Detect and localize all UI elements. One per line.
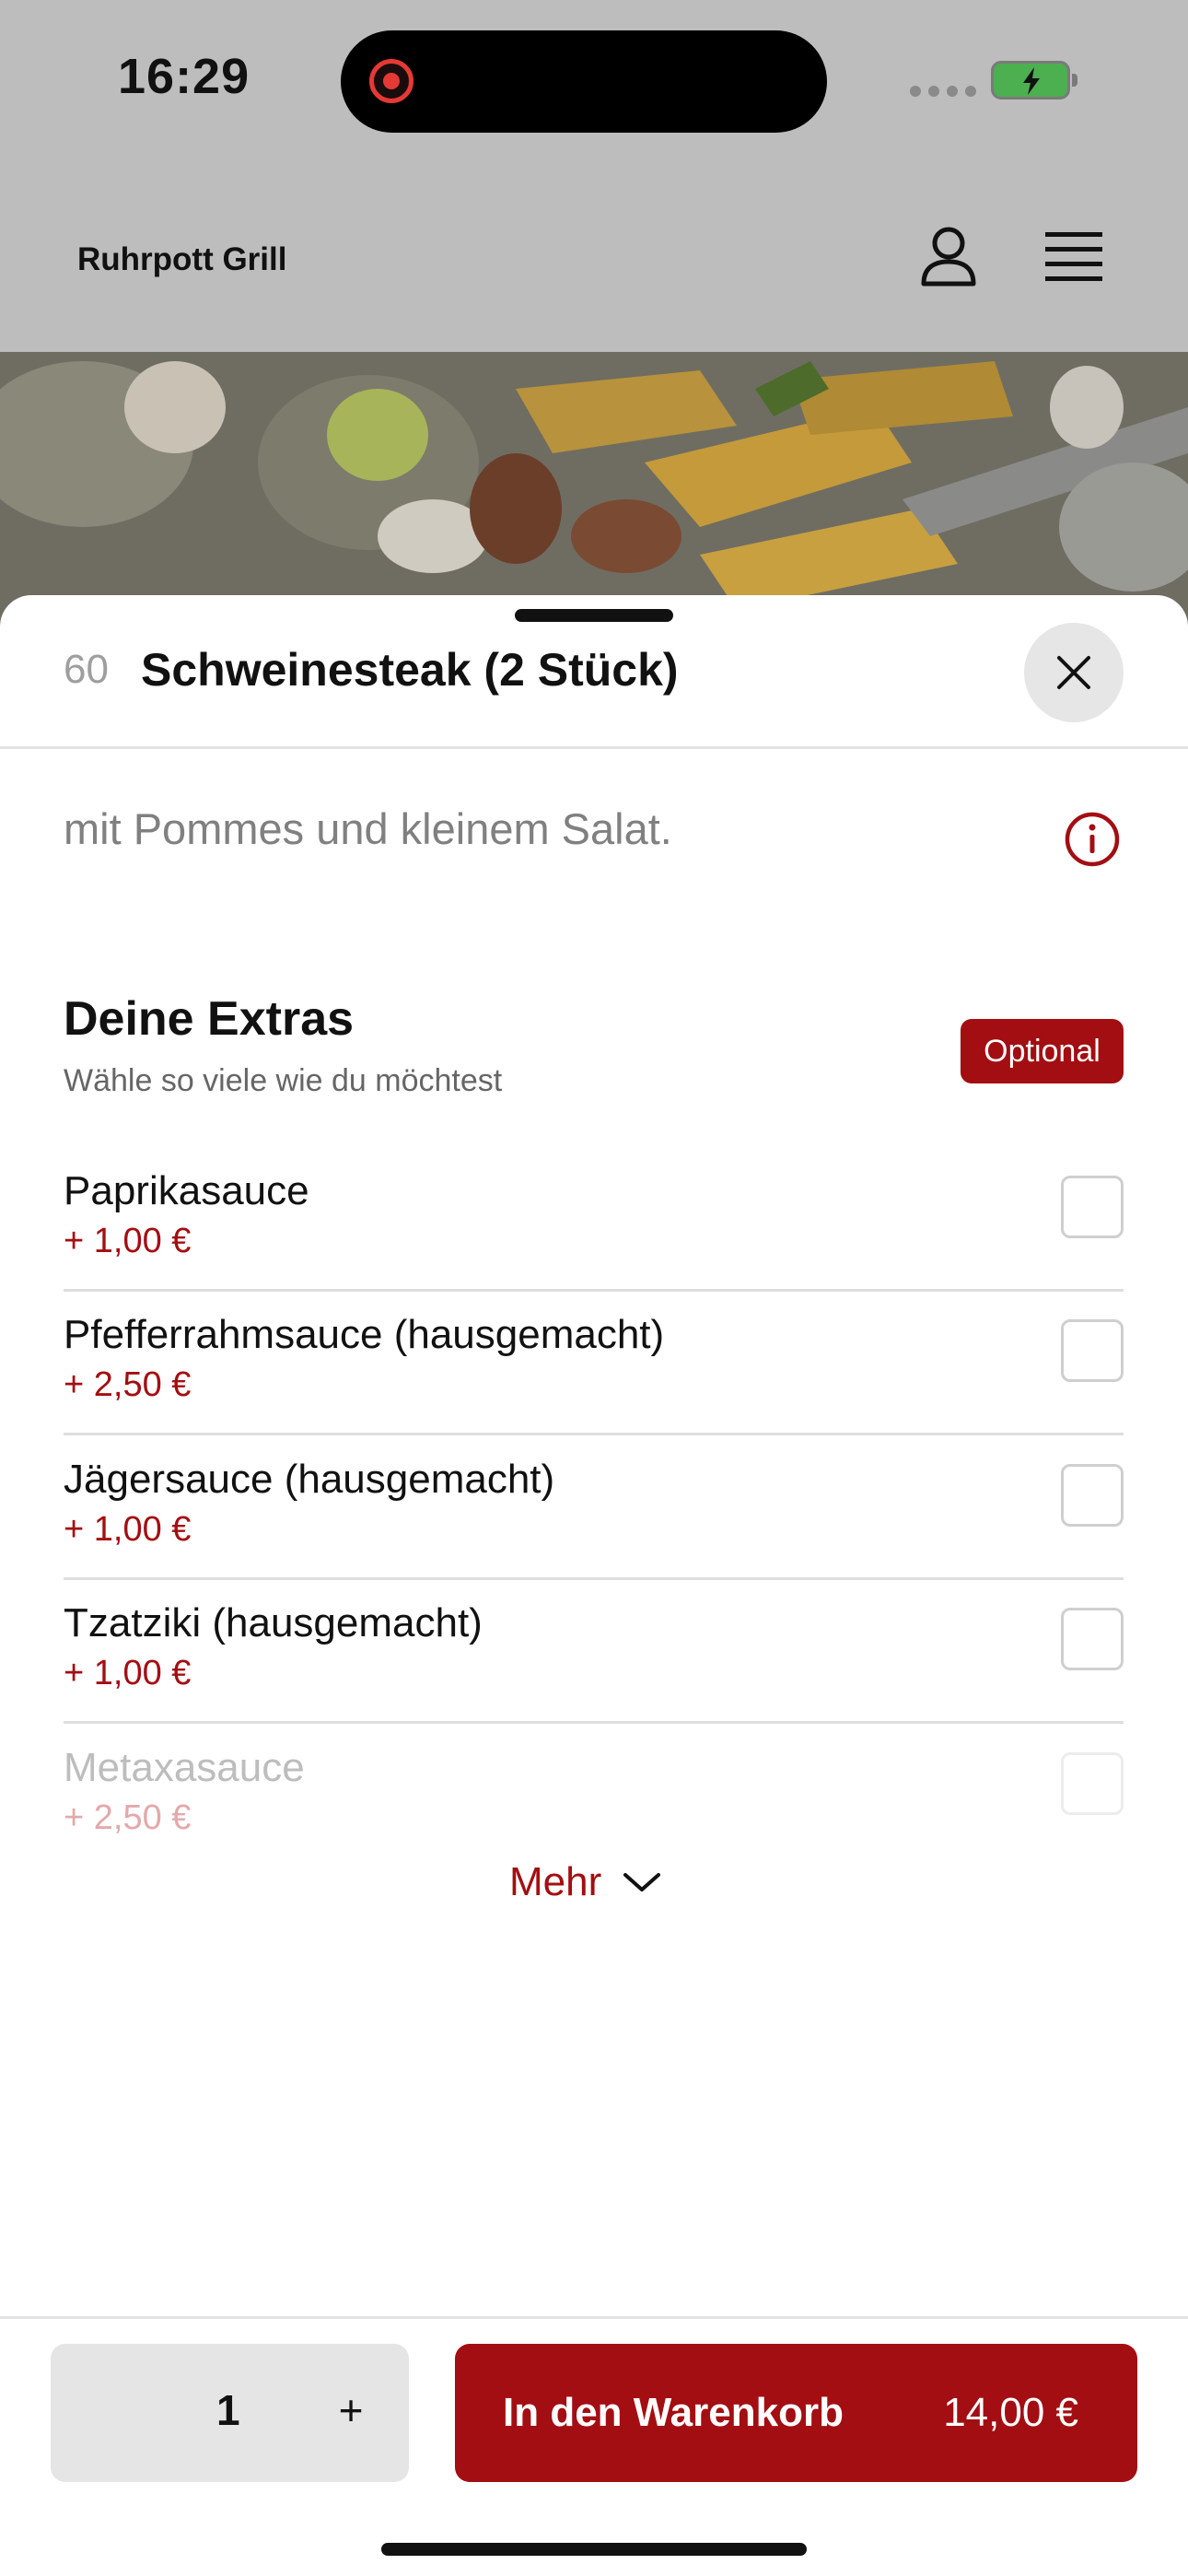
sheet-grabber[interactable] — [515, 609, 673, 622]
option-checkbox[interactable] — [1061, 1464, 1124, 1527]
option-row[interactable]: Jägersauce (hausgemacht) + 1,00 € — [64, 1457, 1124, 1600]
option-checkbox[interactable] — [1061, 1176, 1124, 1238]
add-to-cart-label: In den Warenkorb — [503, 2390, 844, 2435]
user-icon[interactable] — [920, 225, 977, 292]
option-row[interactable]: Paprikasauce + 1,00 € — [64, 1168, 1124, 1312]
option-name: Jägersauce (hausgemacht) — [64, 1457, 555, 1502]
item-number: 60 — [64, 647, 109, 692]
home-indicator — [381, 2543, 807, 2556]
item-title: Schweinesteak (2 Stück) — [141, 644, 679, 696]
option-row[interactable]: Pfefferrahmsauce (hausgemacht) + 2,50 € — [64, 1312, 1124, 1456]
more-label: Mehr — [509, 1859, 602, 1904]
info-icon[interactable] — [1064, 811, 1121, 872]
signal-icon — [910, 86, 976, 97]
close-icon — [1057, 656, 1090, 689]
option-checkbox[interactable] — [1061, 1319, 1124, 1382]
option-name: Metaxasauce — [64, 1745, 305, 1790]
add-to-cart-button[interactable]: In den Warenkorb 14,00 € — [455, 2344, 1137, 2482]
extras-subtitle: Wähle so viele wie du möchtest — [64, 1063, 503, 1098]
option-price: + 1,00 € — [64, 1654, 192, 1692]
product-sheet: 60 Schweinesteak (2 Stück) mit Pommes un… — [0, 595, 1188, 2576]
quantity-value: 1 — [216, 2386, 240, 2434]
background-header: 16:29 Ruhrpott Grill — [0, 0, 1188, 352]
option-price: + 2,50 € — [64, 1798, 192, 1837]
battery-icon — [991, 61, 1077, 100]
recording-icon — [369, 59, 413, 103]
option-name: Pfefferrahmsauce (hausgemacht) — [64, 1312, 665, 1357]
cart-total-price: 14,00 € — [943, 2390, 1078, 2435]
footer-divider — [0, 2316, 1188, 2319]
option-price: + 1,00 € — [64, 1222, 192, 1260]
header-divider — [0, 746, 1188, 749]
close-button[interactable] — [1024, 623, 1124, 722]
option-name: Tzatziki (hausgemacht) — [64, 1600, 483, 1645]
status-time: 16:29 — [118, 49, 250, 104]
extras-title: Deine Extras — [64, 992, 355, 1046]
optional-badge: Optional — [961, 1019, 1124, 1083]
option-price: + 2,50 € — [64, 1365, 192, 1404]
quantity-plus-button[interactable]: + — [325, 2385, 377, 2435]
quantity-stepper[interactable]: 1 + — [51, 2344, 409, 2482]
option-divider — [64, 1433, 1124, 1435]
option-price: + 1,00 € — [64, 1510, 192, 1549]
option-row[interactable]: Tzatziki (hausgemacht) + 1,00 € — [64, 1600, 1124, 1744]
brand-name[interactable]: Ruhrpott Grill — [77, 241, 286, 278]
item-description: mit Pommes und kleinem Salat. — [64, 804, 672, 853]
option-divider — [64, 1577, 1124, 1580]
dynamic-island — [341, 30, 827, 133]
menu-icon[interactable] — [1043, 230, 1104, 287]
more-button[interactable]: Mehr — [509, 1859, 662, 1905]
option-name: Paprikasauce — [64, 1168, 309, 1213]
option-checkbox[interactable] — [1061, 1608, 1124, 1670]
option-divider — [64, 1289, 1124, 1292]
option-checkbox[interactable] — [1061, 1752, 1124, 1815]
chevron-down-icon — [623, 1873, 661, 1891]
option-divider — [64, 1721, 1124, 1724]
